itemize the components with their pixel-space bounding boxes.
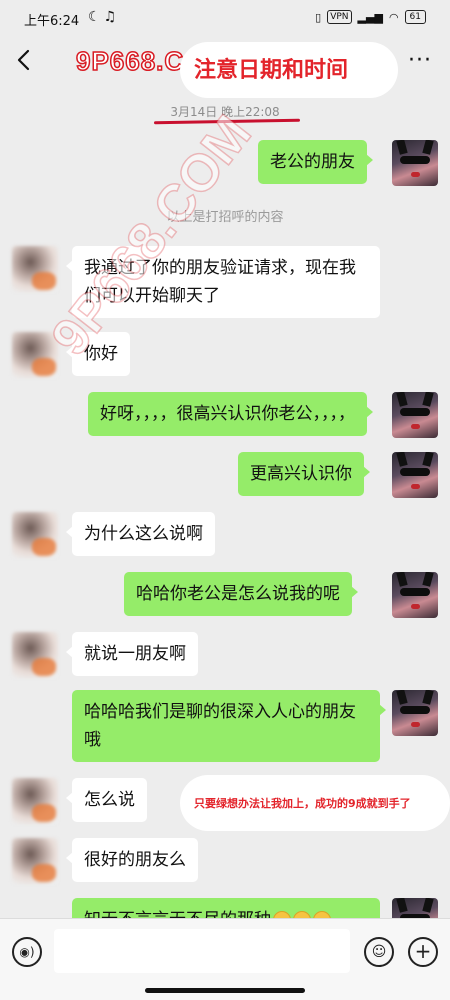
message-bubble[interactable]: 很好的朋友么 <box>66 838 198 882</box>
message-bubble[interactable]: 好呀，，，，很高兴认识你老公，，，， <box>88 392 373 436</box>
status-right-icons: ▯ VPN ▂▄▆ ◠ 61 <box>315 10 426 24</box>
message-bubble[interactable]: 怎么说 <box>66 778 147 822</box>
contact-avatar[interactable] <box>12 838 58 884</box>
contact-avatar[interactable] <box>12 632 58 678</box>
vpn-badge: VPN <box>327 10 352 24</box>
self-avatar[interactable] <box>392 452 438 498</box>
contact-avatar[interactable] <box>12 246 58 292</box>
message-bubble[interactable]: 哈哈你老公是怎么说我的呢 <box>124 572 358 616</box>
battery-icon: 61 <box>404 10 426 24</box>
emoji-button-icon[interactable]: ☺ <box>364 937 394 967</box>
message-bubble[interactable]: 哈哈哈我们是聊的很深入人心的朋友哦 <box>72 690 386 762</box>
moon-icon: ☾ <box>88 9 104 25</box>
diagonal-watermark: 9P668.COM <box>40 104 263 367</box>
status-left-icons: ☾♫ <box>88 9 119 25</box>
more-icon[interactable]: ··· <box>408 48 432 73</box>
self-avatar[interactable] <box>392 140 438 186</box>
message-bubble[interactable]: 老公的朋友 <box>258 140 373 184</box>
home-indicator <box>145 988 305 993</box>
headphones-icon: ♫ <box>103 9 120 25</box>
contact-avatar[interactable] <box>12 778 58 824</box>
message-bubble[interactable]: 更高兴认识你 <box>238 452 370 496</box>
plus-icon[interactable]: + <box>408 937 438 967</box>
annotation-note: 注意日期和时间 <box>194 58 349 83</box>
message-bubble[interactable]: 为什么这么说啊 <box>66 512 215 556</box>
back-arrow-icon[interactable] <box>12 48 36 72</box>
signal-icon: ▂▄▆ <box>357 10 383 24</box>
contact-avatar[interactable] <box>12 512 58 558</box>
self-avatar[interactable] <box>392 690 438 736</box>
status-time: 上午6:24 <box>24 14 80 29</box>
voice-icon[interactable]: ◉) <box>12 937 42 967</box>
screen-icon: ▯ <box>315 10 322 24</box>
message-bubble[interactable]: 就说一朋友啊 <box>66 632 198 676</box>
annotation-tip: 只要绿想办法让我加上，成功的9成就到手了 <box>194 797 411 810</box>
message-input[interactable] <box>54 929 350 973</box>
self-avatar[interactable] <box>392 392 438 438</box>
status-bar: 上午6:24 ☾♫ ▯ VPN ▂▄▆ ◠ 61 <box>0 0 450 38</box>
wifi-icon: ◠ <box>388 10 399 24</box>
self-avatar[interactable] <box>392 572 438 618</box>
system-message: 以上是打招呼的内容 <box>166 210 284 225</box>
